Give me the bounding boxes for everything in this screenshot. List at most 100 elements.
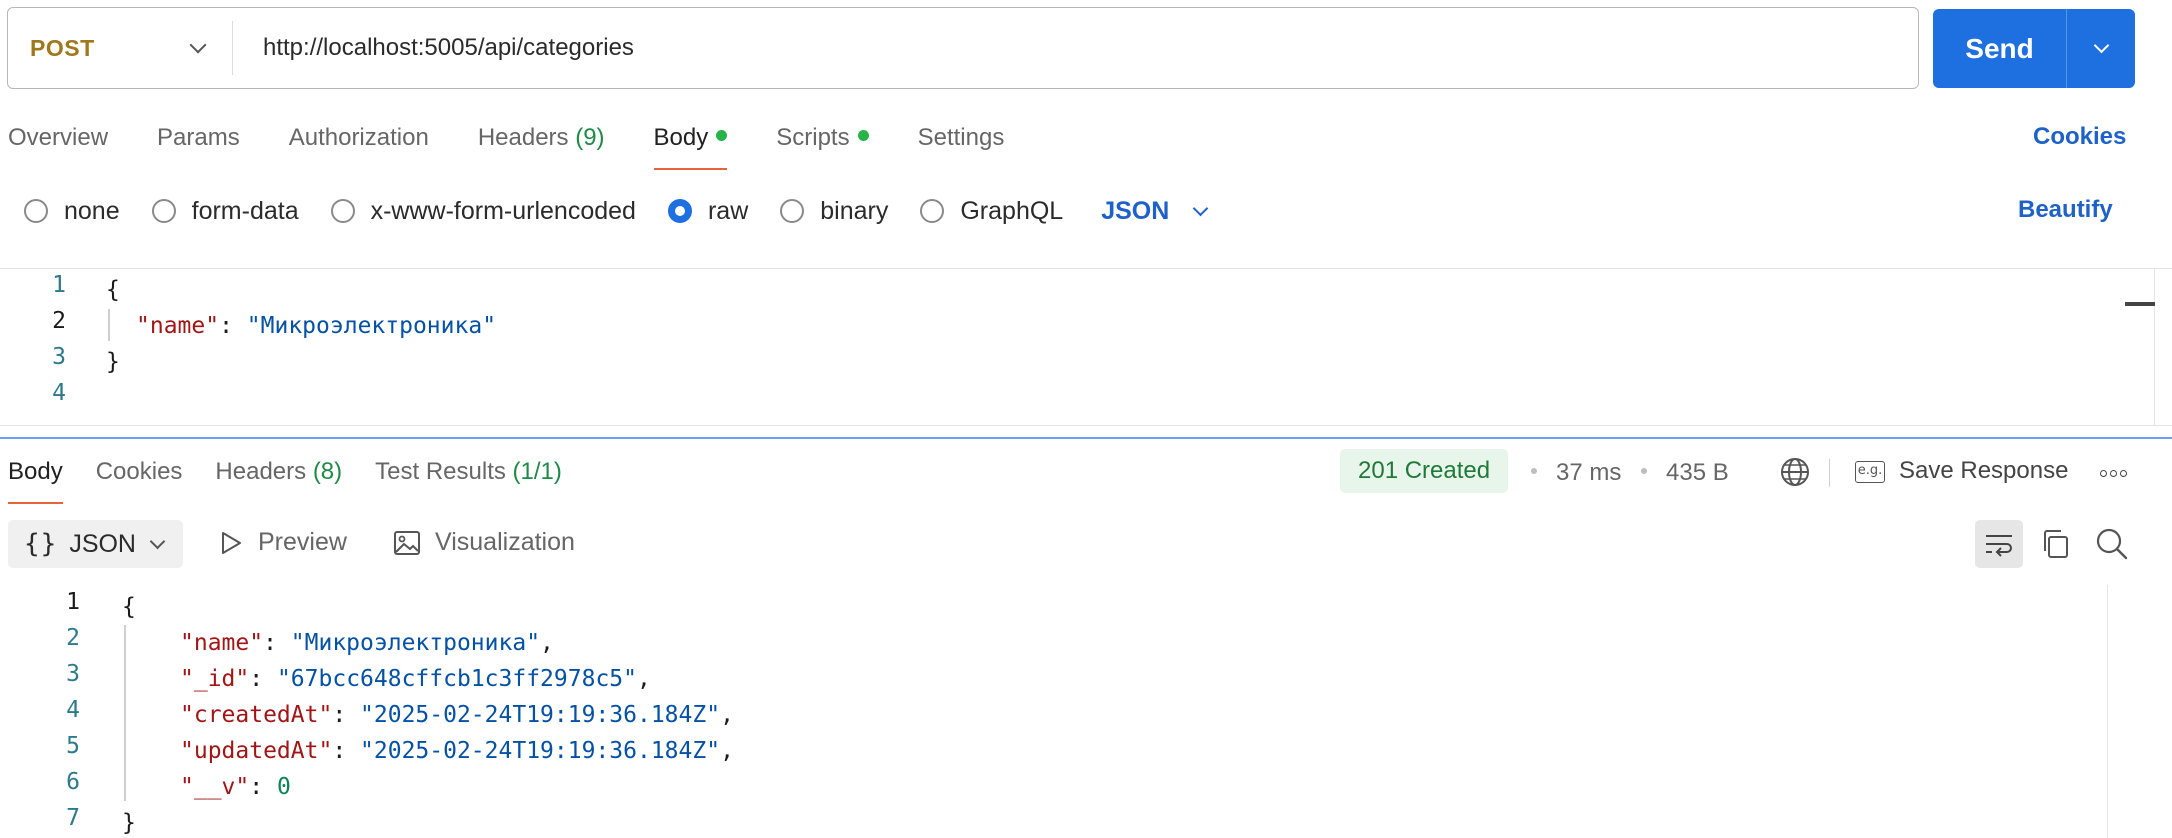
divider [1829,459,1830,487]
json-comma: , [636,666,651,692]
json-value: "Микроэлектроника" [246,313,497,339]
code-line: } [122,805,136,838]
save-response-button[interactable]: Save Response [1899,457,2068,485]
tab-overview[interactable]: Overview [8,118,108,174]
tab-count: (8) [312,458,343,485]
line-number: 4 [52,380,66,406]
response-format-dropdown[interactable]: {} JSON [8,520,183,568]
line-number: 1 [66,589,80,615]
visualization-button[interactable]: Visualization [393,528,575,557]
json-value: "67bcc648cffcb1c3ff2978c5" [276,666,637,692]
braces-icon: {} [24,529,58,559]
tab-settings[interactable]: Settings [918,118,1005,174]
url-input[interactable]: http://localhost:5005/api/categories [233,34,634,62]
tab-response-cookies[interactable]: Cookies [96,452,183,508]
tab-label: Headers [215,458,307,485]
more-options-icon[interactable] [2100,470,2130,477]
json-comma: , [540,630,554,656]
image-icon [394,530,420,555]
chevron-down-icon [2093,37,2109,54]
code-line: "createdAt": "2025-02-24T19:19:36.184Z", [180,702,734,728]
tab-response-body[interactable]: Body [8,452,63,508]
line-number: 3 [52,344,66,370]
tab-response-headers[interactable]: Headers (8) [215,452,342,508]
body-type-options: none form-data x-www-form-urlencoded raw… [24,193,1209,229]
code-line: "name": "Микроэлектроника", [180,630,554,656]
preview-button[interactable]: Preview [220,528,347,557]
beautify-button[interactable]: Beautify [2018,196,2113,224]
cookies-link[interactable]: Cookies [2033,123,2126,151]
radio-urlencoded[interactable]: x-www-form-urlencoded [330,197,636,226]
tab-test-results[interactable]: Test Results (1/1) [375,452,562,508]
tab-authorization[interactable]: Authorization [289,118,429,174]
globe-icon[interactable] [1779,456,1811,488]
code-line: { [106,272,120,308]
method-selector[interactable]: POST [8,21,233,75]
line-number: 2 [52,308,66,334]
json-key: "name" [180,630,264,656]
radio-binary[interactable]: binary [780,197,888,226]
tab-label: Body [653,124,709,151]
status-badge[interactable]: 201 Created [1340,449,1509,493]
pane-divider[interactable] [0,437,2172,439]
radio-none[interactable]: none [24,197,120,226]
modified-dot-icon [716,130,728,142]
wrap-lines-button[interactable] [1975,520,2023,568]
radio-label: GraphQL [960,196,1064,225]
body-format-dropdown[interactable]: JSON [1101,197,1209,226]
brace: } [106,349,120,375]
code-line: "name": "Микроэлектроника" [136,308,496,344]
response-tabs: Body Cookies Headers (8) Test Results (1… [8,452,595,508]
response-size[interactable]: 435 B [1666,459,1729,487]
request-body-editor[interactable]: 1 2 3 4 { "name": "Микроэлектроника" } [0,268,2172,426]
request-editor-scrollbar[interactable] [2154,269,2172,425]
format-label: JSON [69,529,136,558]
chevron-down-icon [189,36,207,54]
json-value: "2025-02-24T19:19:36.184Z" [360,702,721,728]
scrollbar-thumb[interactable] [2125,302,2155,306]
visualization-label: Visualization [435,528,575,556]
line-number: 5 [66,733,80,759]
line-number: 1 [52,272,66,298]
response-body-viewer[interactable]: 1 2 3 4 5 6 7 { "name": "Микроэлектроник… [0,585,2172,838]
json-colon: : [219,313,247,339]
radio-label: raw [707,196,749,225]
radio-graphql[interactable]: GraphQL [920,197,1063,226]
separator-dot [1531,468,1537,474]
radio-icon [151,199,176,223]
radio-form-data[interactable]: form-data [151,197,299,226]
tab-count: (1/1) [512,458,562,485]
tab-label: Settings [917,124,1005,151]
radio-icon [780,199,805,223]
tab-headers[interactable]: Headers (9) [478,118,605,174]
code-line: "__v": 0 [180,774,291,800]
method-label: POST [30,34,95,61]
radio-raw[interactable]: raw [667,196,749,226]
preview-label: Preview [258,528,347,556]
send-button[interactable]: Send [1933,9,2067,88]
tab-scripts[interactable]: Scripts [776,118,869,174]
tab-label: Authorization [288,124,429,151]
tab-body[interactable]: Body [653,118,728,174]
wrap-lines-icon [1986,535,2012,557]
indent-guide [108,309,110,341]
radio-label: binary [820,196,889,225]
tab-label: Overview [8,124,109,151]
json-value: "Микроэлектроника" [290,630,541,656]
copy-icon[interactable] [2040,528,2072,560]
json-comma: , [720,738,734,764]
modified-dot-icon [857,130,869,142]
send-button-group: Send [1933,9,2135,88]
radio-icon [330,199,355,223]
tab-params[interactable]: Params [157,118,240,174]
search-icon[interactable] [2095,527,2129,561]
radio-icon [920,199,945,223]
code-line: "_id": "67bcc648cffcb1c3ff2978c5", [180,666,651,692]
json-key: "updatedAt" [180,738,333,764]
json-key: "name" [136,313,220,339]
response-scrollbar[interactable] [2107,585,2137,838]
json-key: "__v" [180,774,250,800]
request-tabs: Overview Params Authorization Headers (9… [8,118,1053,174]
send-options-button[interactable] [2067,9,2135,88]
response-time[interactable]: 37 ms [1556,459,1621,487]
